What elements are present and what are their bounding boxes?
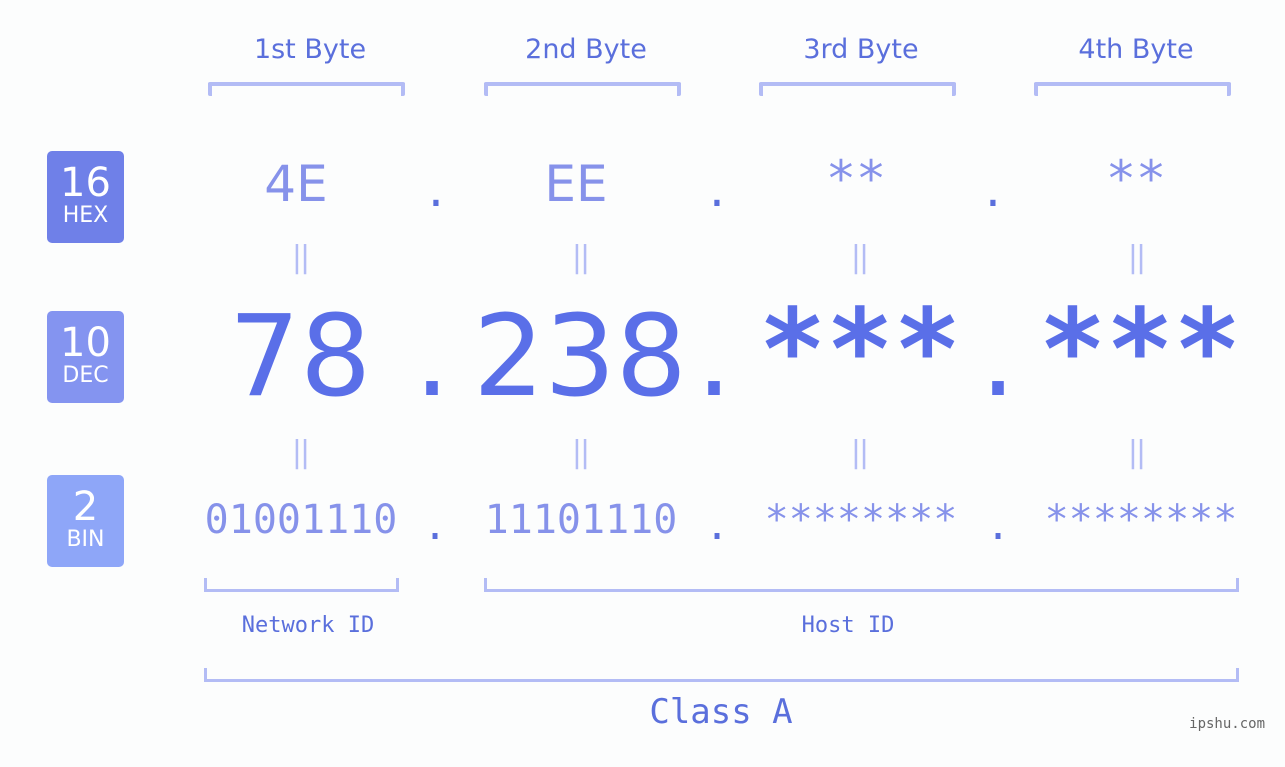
equals-icon: || [1127,240,1146,275]
hex-badge-label: HEX [62,203,109,228]
dec-byte-3: *** [758,286,962,416]
hex-separator-3: . [985,160,1001,218]
equals-icon: || [571,435,590,470]
hex-separator-1: . [428,160,444,218]
bin-byte-2: 11101110 [484,497,678,543]
dec-byte-1: 78 [228,292,372,422]
bin-byte-4: ******** [1044,497,1238,543]
host-id-label: Host ID [801,613,895,638]
bin-badge-label: BIN [66,527,105,552]
bin-separator-2: . [704,503,730,549]
byte-header-2: 2nd Byte [525,34,647,65]
byte-bracket-2 [484,82,681,96]
equals-icon: || [291,435,310,470]
dec-badge: 10 DEC [47,311,124,403]
watermark: ipshu.com [1189,716,1265,732]
hex-byte-2: EE [544,155,608,213]
byte-header-4: 4th Byte [1078,34,1194,65]
network-id-bracket [204,578,399,592]
dec-byte-2: 238 [473,292,687,422]
bin-separator-3: . [985,503,1011,549]
byte-header-3: 3rd Byte [803,34,919,65]
bin-badge: 2 BIN [47,475,124,567]
bin-badge-number: 2 [72,484,99,530]
bin-byte-1: 01001110 [204,497,398,543]
equals-icon: || [571,240,590,275]
host-id-bracket [484,578,1239,592]
dec-badge-label: DEC [62,363,109,388]
equals-icon: || [1127,435,1146,470]
byte-bracket-1 [208,82,405,96]
class-bracket [204,668,1239,682]
equals-icon: || [291,240,310,275]
network-id-label: Network ID [241,613,375,638]
class-label: Class A [649,692,793,732]
hex-byte-1: 4E [264,155,328,213]
hex-byte-3: ** [825,150,887,208]
hex-separator-2: . [709,160,725,218]
hex-badge: 16 HEX [47,151,124,243]
equals-icon: || [850,435,869,470]
equals-icon: || [850,240,869,275]
dec-badge-number: 10 [60,320,111,366]
byte-bracket-3 [759,82,956,96]
hex-badge-number: 16 [60,160,111,206]
byte-bracket-4 [1034,82,1231,96]
bin-separator-1: . [422,503,448,549]
dec-byte-4: *** [1038,286,1242,416]
hex-byte-4: ** [1105,150,1167,208]
byte-header-1: 1st Byte [253,34,367,65]
bin-byte-3: ******** [764,497,958,543]
